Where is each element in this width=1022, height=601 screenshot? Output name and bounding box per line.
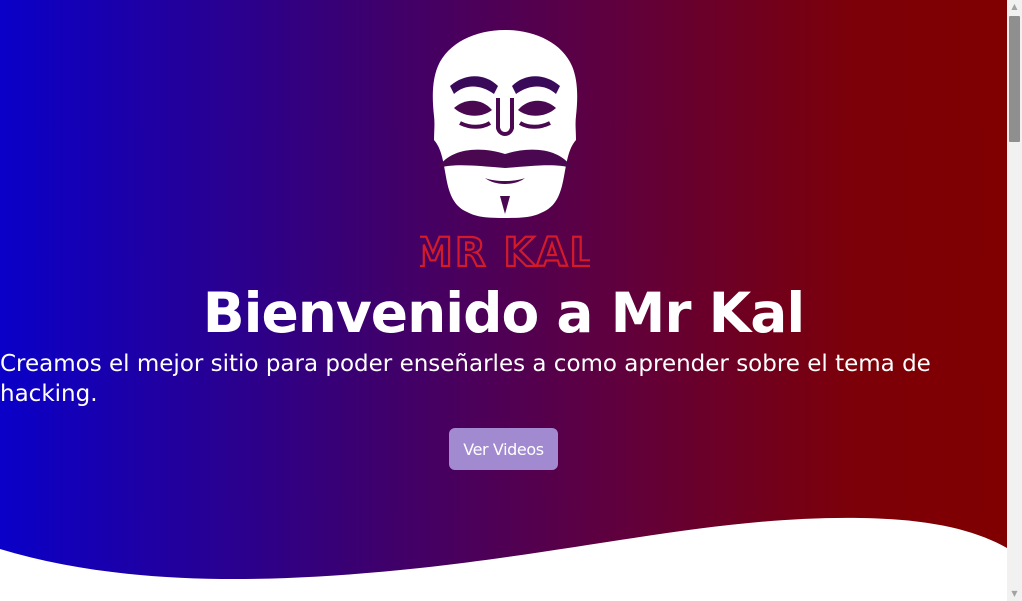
- scroll-thumb[interactable]: [1009, 16, 1020, 142]
- logo-text: MR KAL: [420, 230, 590, 273]
- hero-section: MR KAL Bienvenido a Mr Kal Creamos el me…: [0, 0, 1007, 601]
- scroll-up-icon[interactable]: ▲: [1007, 0, 1022, 14]
- vertical-scrollbar[interactable]: ▲ ▼: [1007, 0, 1022, 601]
- page-title: Bienvenido a Mr Kal: [202, 281, 806, 345]
- hero-subtitle: Creamos el mejor sitio para poder enseña…: [0, 351, 931, 407]
- page: MR KAL Bienvenido a Mr Kal Creamos el me…: [0, 0, 1022, 601]
- fsociety-mask-icon: MR KAL: [412, 30, 596, 277]
- scroll-down-icon[interactable]: ▼: [1007, 587, 1022, 601]
- ver-videos-button[interactable]: Ver Videos: [449, 428, 558, 470]
- logo: MR KAL: [412, 28, 596, 277]
